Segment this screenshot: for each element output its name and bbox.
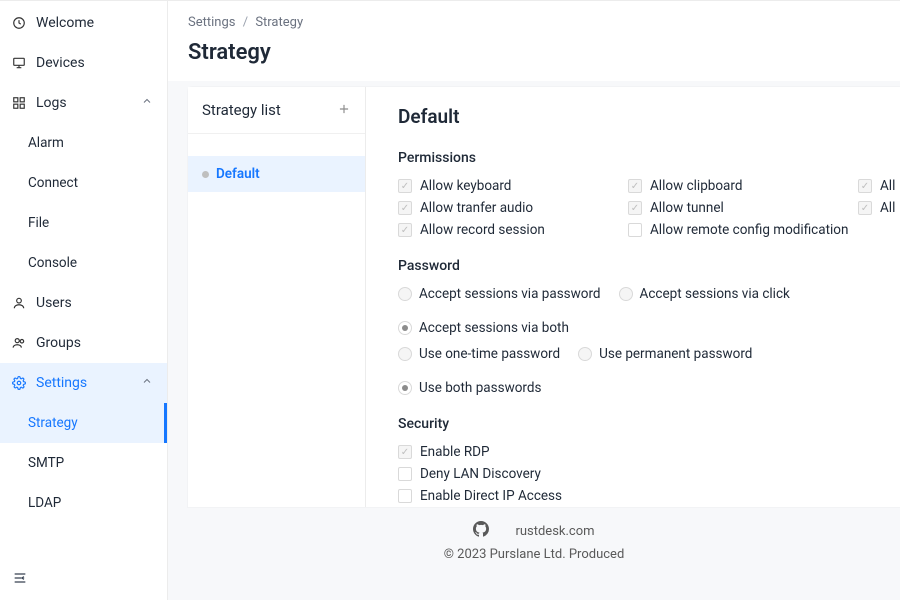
sidebar-item-label: Connect [28,175,153,191]
checkbox-icon [398,223,412,237]
sidebar-item-groups[interactable]: Groups [0,323,167,363]
perm-allow-transfer-audio[interactable]: Allow tranfer audio [398,200,628,216]
checkbox-icon [858,201,872,215]
plus-icon [337,102,351,116]
perm-allow-clipboard[interactable]: Allow clipboard [628,178,858,194]
pw-accept-password[interactable]: Accept sessions via password [398,286,601,302]
breadcrumb-current: Strategy [255,15,303,30]
sidebar-item-label: Welcome [36,15,153,31]
checkbox-icon [398,445,412,459]
sidebar-item-logs[interactable]: Logs [0,83,167,123]
strategy-list-item-label: Default [216,166,260,182]
sidebar-item-label: LDAP [28,495,153,511]
sidebar-item-label: Settings [36,375,131,391]
radio-icon [398,287,412,301]
checkbox-icon [398,489,412,503]
monitor-icon [12,56,26,70]
strategy-detail: Default Permissions Allow keyboard Allow… [366,87,900,507]
perm-all-1[interactable]: All [858,178,900,194]
sidebar-item-welcome[interactable]: Welcome [0,3,167,43]
radio-icon [578,347,592,361]
breadcrumb: Settings / Strategy [168,1,900,32]
sidebar-item-console[interactable]: Console [0,243,167,283]
checkbox-icon [628,179,642,193]
sidebar-item-connect[interactable]: Connect [0,163,167,203]
radio-icon [398,347,412,361]
content-card: Strategy list Default Default [188,87,900,507]
page-title: Strategy [168,32,900,81]
sidebar-item-label: File [28,215,153,231]
perm-allow-keyboard[interactable]: Allow keyboard [398,178,628,194]
sidebar-item-users[interactable]: Users [0,283,167,323]
perm-allow-record-session[interactable]: Allow record session [398,222,628,238]
status-dot-icon [202,171,209,178]
checkbox-icon [628,201,642,215]
footer-link[interactable]: rustdesk.com [515,524,594,539]
pw-accept-click[interactable]: Accept sessions via click [619,286,790,302]
users-icon [12,336,26,350]
pw-use-both[interactable]: Use both passwords [398,380,541,396]
sidebar-item-file[interactable]: File [0,203,167,243]
checkbox-icon [398,201,412,215]
collapse-icon [12,570,28,586]
footer-copyright: © 2023 Purslane Ltd. Produced [168,547,900,562]
checkbox-icon [398,179,412,193]
strategy-list-column: Strategy list Default [188,87,366,507]
clock-icon [12,16,26,30]
radio-icon [619,287,633,301]
password-heading: Password [398,258,900,274]
add-strategy-button[interactable] [337,102,351,119]
sidebar-item-ldap[interactable]: LDAP [0,483,167,523]
gear-icon [12,376,26,390]
breadcrumb-root[interactable]: Settings [188,15,235,30]
pw-accept-both[interactable]: Accept sessions via both [398,320,569,336]
checkbox-icon [628,223,642,237]
collapse-sidebar-button[interactable] [0,560,167,600]
nav: Welcome Devices Logs Alarm [0,3,167,560]
main: Settings / Strategy Strategy Strategy li… [168,1,900,600]
sidebar-item-label: Logs [36,95,131,111]
breadcrumb-separator: / [243,15,248,30]
user-icon [12,296,26,310]
security-section: Security Enable RDP Deny LAN Discovery E… [398,416,900,504]
sidebar-item-smtp[interactable]: SMTP [0,443,167,483]
grid-icon [12,96,26,110]
sec-enable-rdp[interactable]: Enable RDP [398,444,900,460]
radio-icon [398,381,412,395]
checkbox-icon [398,467,412,481]
github-icon[interactable] [473,521,489,541]
chevron-up-icon [141,95,153,111]
perm-allow-remote-config[interactable]: Allow remote config modification [628,222,858,238]
sidebar-item-devices[interactable]: Devices [0,43,167,83]
strategy-list-title: Strategy list [202,101,281,119]
sidebar-item-label: Strategy [28,415,150,431]
strategy-detail-title: Default [398,105,900,128]
perm-all-2[interactable]: All [858,200,900,216]
radio-icon [398,321,412,335]
sidebar-item-strategy[interactable]: Strategy [0,403,167,443]
sidebar-item-label: Devices [36,55,153,71]
sidebar-item-label: Users [36,295,153,311]
strategy-list-item[interactable]: Default [188,156,365,192]
checkbox-icon [858,179,872,193]
chevron-up-icon [141,375,153,391]
sidebar-item-alarm[interactable]: Alarm [0,123,167,163]
pw-use-onetime[interactable]: Use one-time password [398,346,560,362]
sidebar: Welcome Devices Logs Alarm [0,1,168,600]
permissions-section: Permissions Allow keyboard Allow clipboa… [398,150,900,238]
pw-use-permanent[interactable]: Use permanent password [578,346,752,362]
sidebar-item-settings[interactable]: Settings [0,363,167,403]
sidebar-item-label: SMTP [28,455,153,471]
page-footer: rustdesk.com © 2023 Purslane Ltd. Produc… [168,507,900,566]
permissions-heading: Permissions [398,150,900,166]
sidebar-item-label: Groups [36,335,153,351]
sec-deny-lan-discovery[interactable]: Deny LAN Discovery [398,466,900,482]
password-section: Password Accept sessions via password Ac… [398,258,900,396]
sidebar-item-label: Console [28,255,153,271]
sec-enable-direct-ip[interactable]: Enable Direct IP Access [398,488,900,504]
security-heading: Security [398,416,900,432]
perm-allow-tunnel[interactable]: Allow tunnel [628,200,858,216]
sidebar-item-label: Alarm [28,135,153,151]
